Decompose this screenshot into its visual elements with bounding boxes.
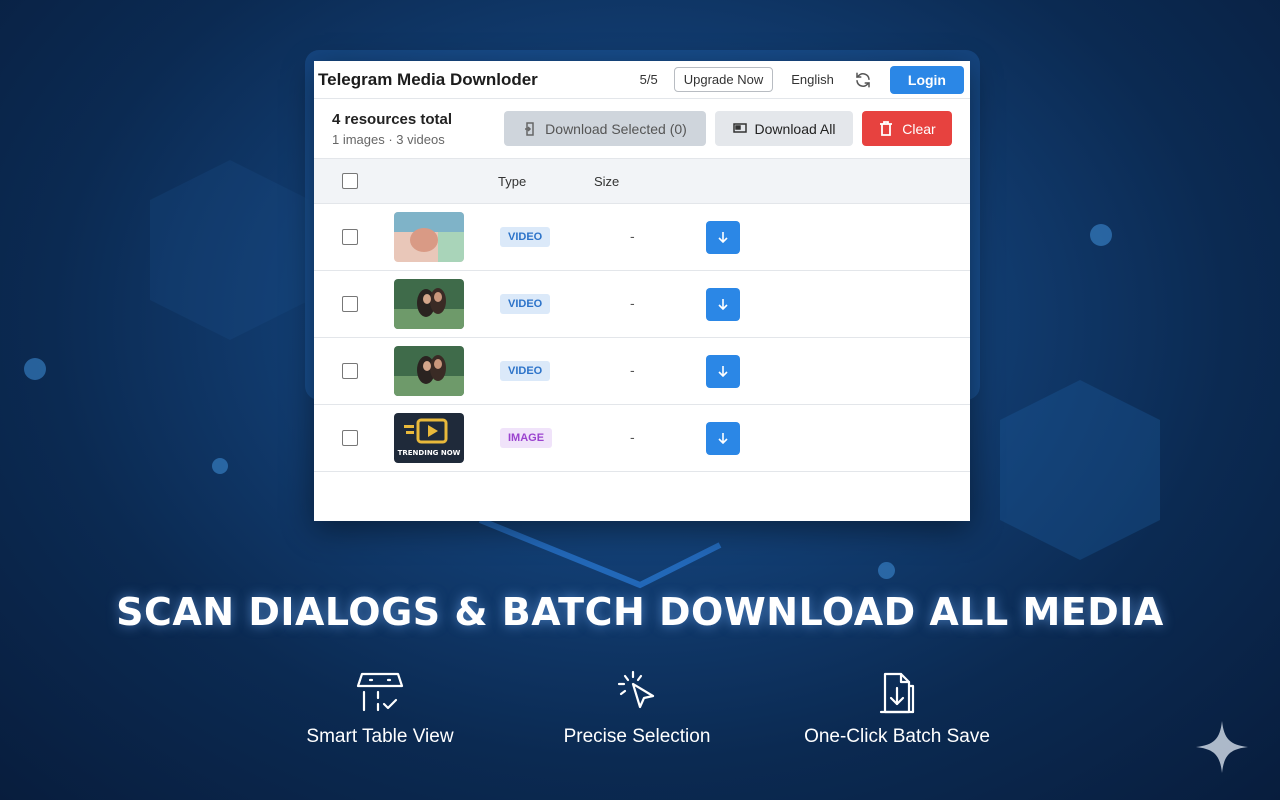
video-thumbnail xyxy=(394,212,464,262)
table-row: VIDEO - xyxy=(314,338,970,405)
type-badge: VIDEO xyxy=(500,227,551,247)
row-download-button[interactable] xyxy=(706,287,740,321)
table-row: VIDEO - xyxy=(314,204,970,271)
refresh-icon[interactable] xyxy=(854,71,872,89)
language-selector[interactable]: English xyxy=(791,72,834,87)
row-download-button[interactable] xyxy=(706,220,740,254)
type-badge: VIDEO xyxy=(500,361,551,381)
type-badge: IMAGE xyxy=(500,428,553,448)
video-thumbnail xyxy=(394,279,464,329)
upgrade-now-button[interactable]: Upgrade Now xyxy=(673,67,774,92)
clear-label: Clear xyxy=(902,120,936,137)
download-selected-label: Download Selected (0) xyxy=(545,120,687,137)
table-header: Type Size xyxy=(314,159,970,204)
resource-breakdown: 1 images · 3 videos xyxy=(332,131,445,147)
download-selected-icon xyxy=(525,121,534,136)
resource-count: 4 resources total xyxy=(332,110,453,128)
video-thumbnail xyxy=(394,346,464,396)
trash-icon xyxy=(880,120,893,136)
promo-headline: SCAN DIALOGS & BATCH DOWNLOAD ALL MEDIA xyxy=(116,590,1164,634)
arrow-down-icon xyxy=(718,299,728,310)
quota-counter: 5/5 xyxy=(639,72,658,87)
table-row: VIDEO - xyxy=(314,271,970,338)
download-selected-button[interactable]: Download Selected (0) xyxy=(504,111,706,146)
row-checkbox[interactable] xyxy=(342,363,358,379)
size-column-header: Size xyxy=(594,173,620,189)
row-download-button[interactable] xyxy=(706,354,740,388)
download-all-label: Download All xyxy=(754,120,836,137)
size-value: - xyxy=(630,429,635,445)
size-value: - xyxy=(630,228,635,244)
arrow-down-icon xyxy=(718,433,728,444)
row-checkbox[interactable] xyxy=(342,430,358,446)
sparkle-icon xyxy=(1196,721,1248,773)
table-row: TRENDING NOW IMAGE - xyxy=(314,405,970,472)
popup-header: Telegram Media Downloder 5/5 Upgrade Now… xyxy=(314,61,970,99)
arrow-down-icon xyxy=(718,366,728,377)
action-toolbar: 4 resources total 1 images · 3 videos Do… xyxy=(314,99,970,159)
feature-smart-table-view: Smart Table View xyxy=(290,670,470,748)
app-title: Telegram Media Downloder xyxy=(318,69,538,89)
download-all-button[interactable]: Download All xyxy=(715,111,853,146)
size-value: - xyxy=(630,295,635,311)
image-thumbnail: TRENDING NOW xyxy=(394,413,464,463)
row-checkbox[interactable] xyxy=(342,229,358,245)
feature-precise-selection: Precise Selection xyxy=(547,670,727,748)
feature-label: Smart Table View xyxy=(306,726,454,747)
file-download-icon xyxy=(879,672,915,714)
resource-summary: 4 resources total 1 images · 3 videos xyxy=(332,111,495,147)
clear-button[interactable]: Clear xyxy=(862,111,952,146)
row-checkbox[interactable] xyxy=(342,296,358,312)
size-value: - xyxy=(630,362,635,378)
download-all-icon xyxy=(732,122,747,133)
table-check-icon xyxy=(356,672,404,712)
thumbnail-logo-text: TRENDING NOW xyxy=(398,449,461,457)
arrow-down-icon xyxy=(718,232,728,243)
cursor-click-icon xyxy=(617,670,655,709)
feature-label: One-Click Batch Save xyxy=(804,726,990,747)
type-column-header: Type xyxy=(498,173,527,189)
type-badge: VIDEO xyxy=(500,294,551,314)
feature-one-click-batch-save: One-Click Batch Save xyxy=(797,670,997,748)
feature-label: Precise Selection xyxy=(563,726,711,747)
downloader-popup: Telegram Media Downloder 5/5 Upgrade Now… xyxy=(314,61,970,521)
login-button[interactable]: Login xyxy=(889,65,964,94)
select-all-checkbox[interactable] xyxy=(342,173,358,189)
row-download-button[interactable] xyxy=(706,421,740,455)
